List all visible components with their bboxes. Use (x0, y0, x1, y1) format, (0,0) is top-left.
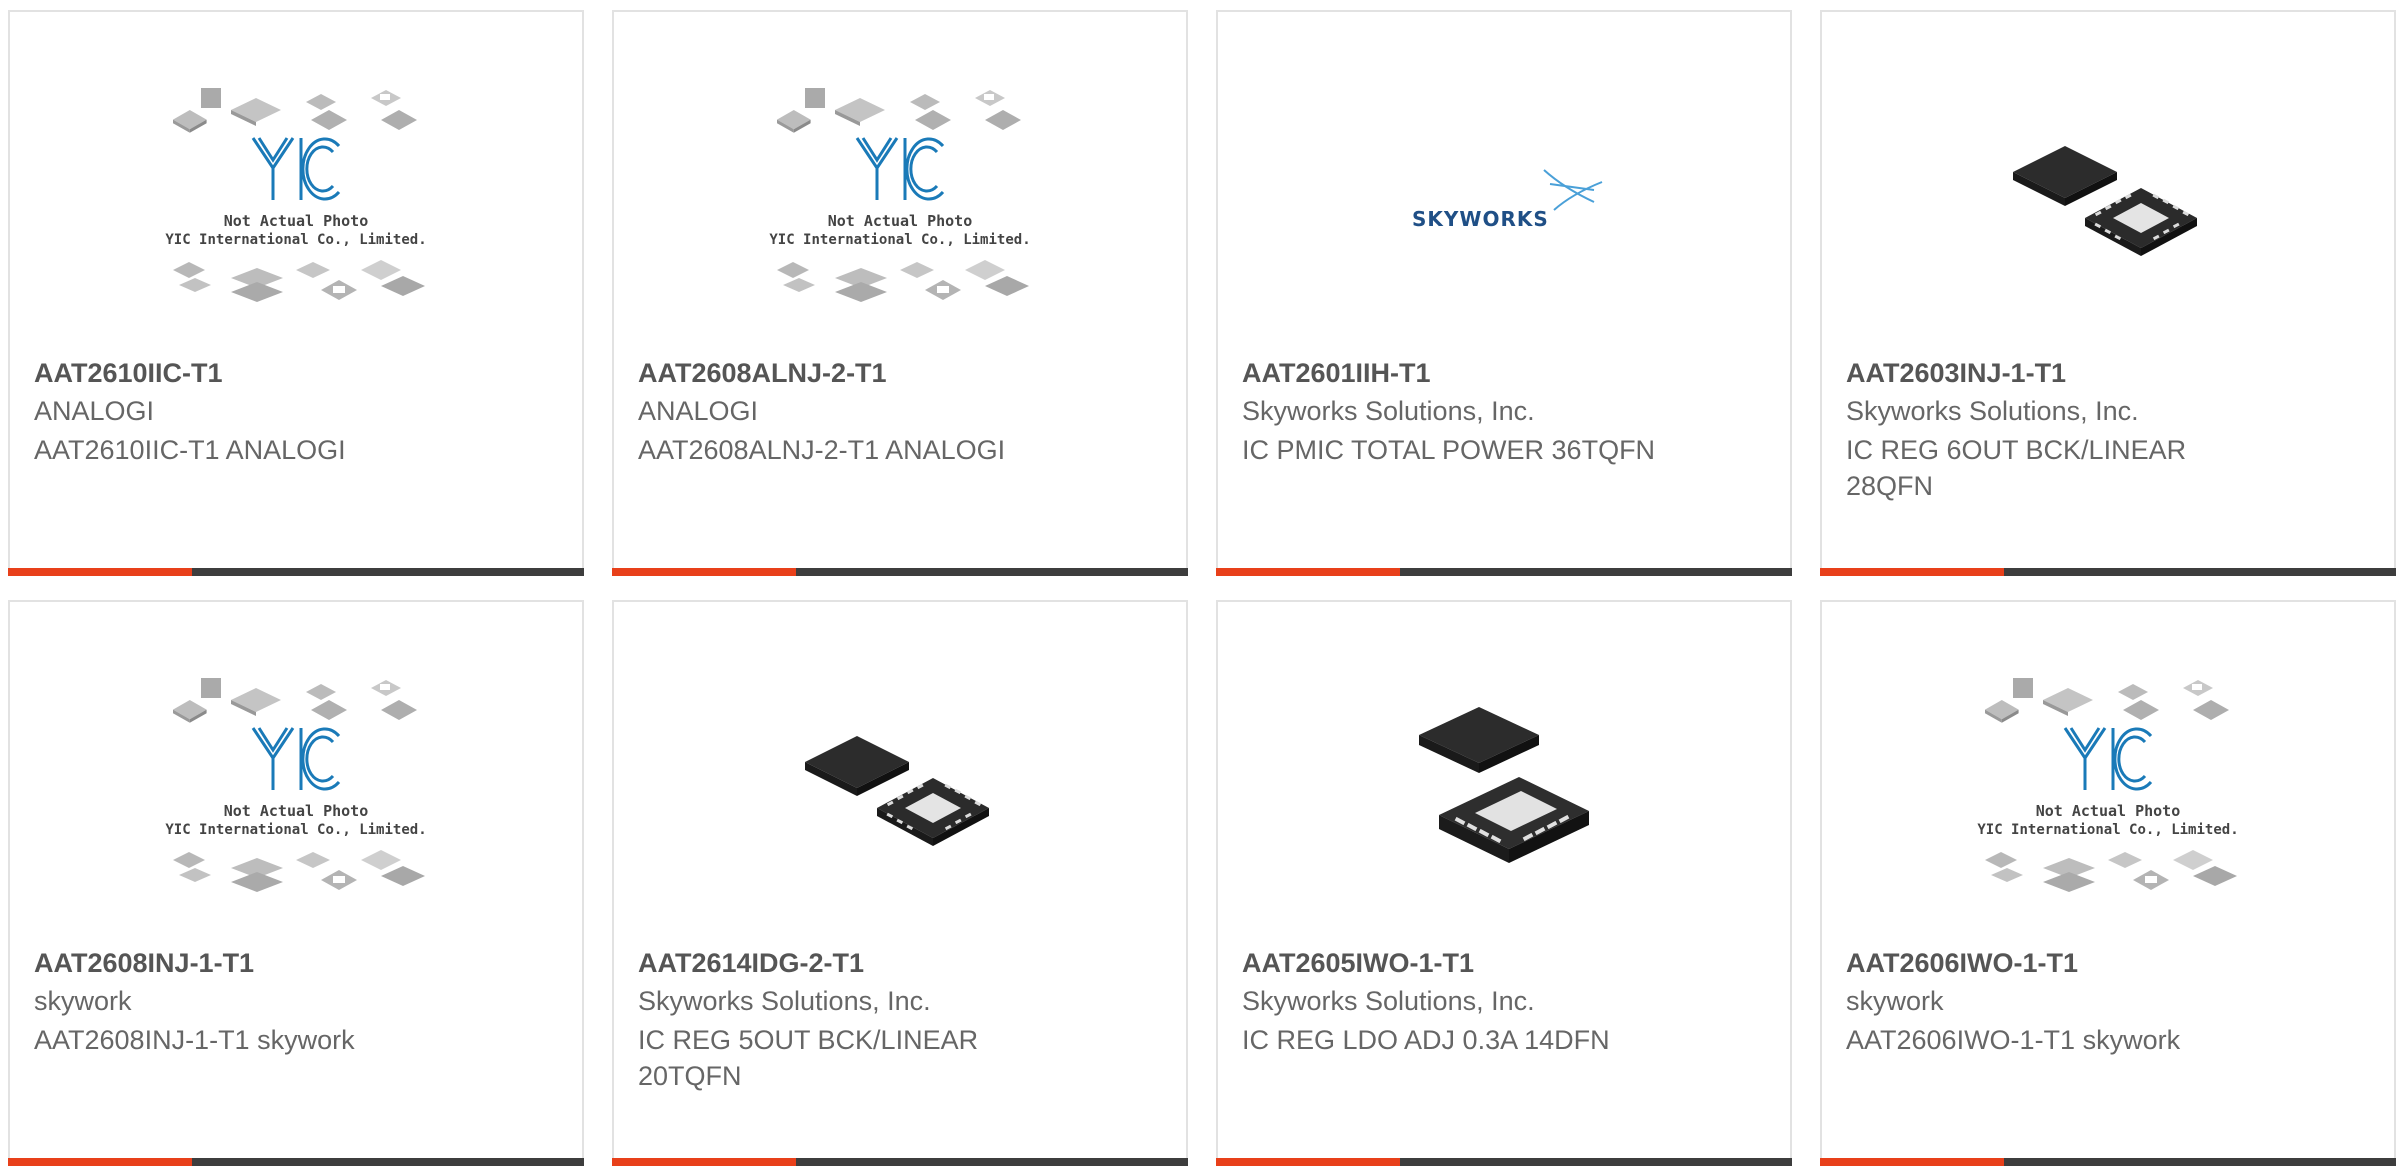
part-number[interactable]: AAT2601IIH-T1 (1242, 358, 1431, 389)
manufacturer: ANALOGI (34, 396, 155, 426)
chip-cluster-top-icon (173, 678, 417, 723)
product-card[interactable]: AAT2603INJ-1-T1 Skyworks Solutions, Inc.… (1820, 10, 2396, 576)
product-image: Not Actual Photo YIC International Co., … (1822, 678, 2394, 896)
yic-logo-icon (2063, 727, 2153, 791)
card-bottom-bar (8, 1158, 584, 1166)
card-accent (1820, 1158, 2004, 1166)
card-bottom-bar (8, 568, 584, 576)
chip-cluster-bottom-icon (1985, 850, 2237, 892)
description: IC REG LDO ADJ 0.3A 14DFN (1242, 1025, 1610, 1055)
card-bottom-bar (612, 568, 1188, 576)
card-bottom-bar (1820, 1158, 2396, 1166)
card-accent (1216, 568, 1400, 576)
image-caption-2: YIC International Co., Limited. (1977, 822, 2238, 838)
skyworks-logo-text: SKYWORKS (1412, 207, 1549, 231)
manufacturer: Skyworks Solutions, Inc. (1242, 986, 1535, 1016)
image-caption-1: Not Actual Photo (2036, 802, 2181, 820)
description: AAT2608INJ-1-T1 skywork (34, 1025, 355, 1055)
yic-logo-icon (251, 727, 341, 791)
card-bottom-bar (1820, 568, 2396, 576)
card-bottom-bar (612, 1158, 1188, 1166)
dfn-chip-icon (1419, 707, 1589, 863)
part-number[interactable]: AAT2603INJ-1-T1 (1846, 358, 2066, 389)
part-number[interactable]: AAT2614IDG-2-T1 (638, 948, 864, 979)
description: IC REG 5OUT BCK/LINEAR 20TQFN (638, 1025, 979, 1091)
card-accent (1820, 568, 2004, 576)
image-caption-1: Not Actual Photo (828, 212, 973, 230)
card-accent (612, 568, 796, 576)
product-card[interactable]: Not Actual Photo YIC International Co., … (612, 10, 1188, 576)
manufacturer: Skyworks Solutions, Inc. (1242, 396, 1535, 426)
image-caption-2: YIC International Co., Limited. (769, 232, 1030, 248)
manufacturer: skywork (1846, 986, 1944, 1016)
product-image (1822, 94, 2394, 306)
manufacturer: skywork (34, 986, 132, 1016)
product-image: Not Actual Photo YIC International Co., … (614, 88, 1186, 306)
product-image: Not Actual Photo YIC International Co., … (10, 88, 582, 306)
part-number[interactable]: AAT2610IIC-T1 (34, 358, 223, 389)
description: IC REG 6OUT BCK/LINEAR 28QFN (1846, 435, 2187, 501)
product-card[interactable]: AAT2605IWO-1-T1 Skyworks Solutions, Inc.… (1216, 600, 1792, 1166)
image-caption-1: Not Actual Photo (224, 212, 369, 230)
chip-cluster-bottom-icon (777, 260, 1029, 302)
card-accent (8, 568, 192, 576)
product-image: Not Actual Photo YIC International Co., … (10, 678, 582, 896)
qfn-chip-icon (805, 736, 989, 846)
image-caption-2: YIC International Co., Limited. (165, 822, 426, 838)
card-bottom-bar (1216, 568, 1792, 576)
card-accent (8, 1158, 192, 1166)
card-accent (1216, 1158, 1400, 1166)
description: AAT2610IIC-T1 ANALOGI (34, 435, 346, 465)
part-number[interactable]: AAT2605IWO-1-T1 (1242, 948, 1474, 979)
product-card[interactable]: Not Actual Photo YIC International Co., … (8, 10, 584, 576)
product-image: SKYWORKS (1218, 94, 1790, 306)
card-accent (612, 1158, 796, 1166)
product-card[interactable]: SKYWORKS AAT2601IIH-T1 Skyworks Solution… (1216, 10, 1792, 576)
part-number[interactable]: AAT2608ALNJ-2-T1 (638, 358, 887, 389)
manufacturer: ANALOGI (638, 396, 759, 426)
product-card[interactable]: AAT2614IDG-2-T1 Skyworks Solutions, Inc.… (612, 600, 1188, 1166)
image-caption-2: YIC International Co., Limited. (165, 232, 426, 248)
product-grid: Not Actual Photo YIC International Co., … (0, 0, 2400, 1167)
yic-logo-icon (855, 137, 945, 201)
skyworks-swoosh-icon (1543, 169, 1603, 211)
part-number[interactable]: AAT2606IWO-1-T1 (1846, 948, 2078, 979)
chip-cluster-top-icon (777, 88, 1021, 133)
product-image (614, 684, 1186, 896)
part-number[interactable]: AAT2608INJ-1-T1 (34, 948, 254, 979)
description: IC PMIC TOTAL POWER 36TQFN (1242, 435, 1656, 465)
product-image (1218, 684, 1790, 896)
chip-cluster-bottom-icon (173, 850, 425, 892)
chip-cluster-top-icon (1985, 678, 2229, 723)
image-caption-1: Not Actual Photo (224, 802, 369, 820)
product-card[interactable]: Not Actual Photo YIC International Co., … (1820, 600, 2396, 1166)
qfn-chip-icon (2013, 146, 2197, 256)
description: AAT2606IWO-1-T1 skywork (1846, 1025, 2181, 1055)
yic-logo-icon (251, 137, 341, 201)
card-bottom-bar (1216, 1158, 1792, 1166)
chip-cluster-top-icon (173, 88, 417, 133)
manufacturer: Skyworks Solutions, Inc. (638, 986, 931, 1016)
chip-cluster-bottom-icon (173, 260, 425, 302)
product-card[interactable]: Not Actual Photo YIC International Co., … (8, 600, 584, 1166)
description: AAT2608ALNJ-2-T1 ANALOGI (638, 435, 1006, 465)
manufacturer: Skyworks Solutions, Inc. (1846, 396, 2139, 426)
